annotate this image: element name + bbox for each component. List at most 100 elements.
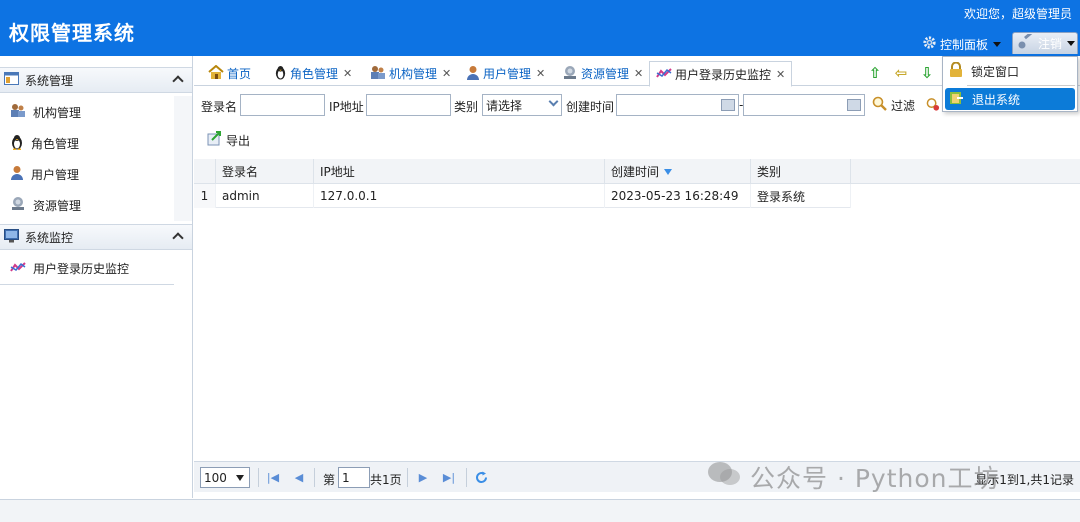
exit-door-icon xyxy=(949,90,964,108)
menu-item-label: 锁定窗口 xyxy=(971,64,1020,79)
lock-icon xyxy=(949,61,963,80)
close-icon[interactable]: ✕ xyxy=(442,67,451,80)
page-size-select[interactable]: 100 xyxy=(200,467,250,488)
network-icon xyxy=(562,65,578,83)
refresh-icon[interactable] xyxy=(470,467,492,487)
building-icon xyxy=(10,103,26,121)
page-number-input[interactable]: 1 xyxy=(338,467,370,488)
grid-header-login-name[interactable]: 登录名 xyxy=(216,159,314,184)
sidebar-item-label: 用户登录历史监控 xyxy=(33,261,130,276)
line-chart-icon xyxy=(10,261,26,276)
gear-icon xyxy=(922,35,937,53)
logout-label: 注销 xyxy=(1038,37,1063,51)
tab-label: 首页 xyxy=(227,67,252,81)
sidebar-item-label: 角色管理 xyxy=(31,136,80,151)
close-icon[interactable]: ✕ xyxy=(634,67,643,80)
sidebar-item-org-management[interactable]: 机构管理 xyxy=(10,102,81,122)
cell-ip: 127.0.0.1 xyxy=(314,184,605,208)
sidebar-group-system-monitor[interactable]: 系统监控 xyxy=(0,224,192,250)
export-button-label: 导出 xyxy=(226,133,251,148)
prev-page-icon[interactable]: ◀ xyxy=(288,467,310,487)
tab-role-management[interactable]: 角色管理 ✕ xyxy=(268,61,358,86)
logout-button[interactable]: 注销 xyxy=(1012,31,1078,54)
grid-header-rownum xyxy=(194,159,216,184)
ip-label: IP地址 xyxy=(329,100,364,114)
grid-header: 登录名 IP地址 创建时间 类别 xyxy=(194,159,1080,184)
last-page-icon[interactable]: ▶| xyxy=(438,467,460,487)
category-select[interactable]: 请选择 xyxy=(482,94,562,116)
tab-user-management[interactable]: 用户管理 ✕ xyxy=(460,61,551,86)
close-icon[interactable]: ✕ xyxy=(536,67,545,80)
tab-label: 角色管理 xyxy=(290,67,339,81)
monitor-icon xyxy=(4,228,19,246)
grid-header-created-time[interactable]: 创建时间 xyxy=(605,159,751,184)
chevron-down-icon xyxy=(993,41,1002,47)
tab-scroll-controls: ⇧ ⇦ ⇩ xyxy=(862,61,940,85)
grid-header-ip[interactable]: IP地址 xyxy=(314,159,605,184)
welcome-text: 欢迎您，超级管理员 xyxy=(963,7,1072,21)
first-page-icon[interactable]: |◀ xyxy=(262,467,284,487)
pager-divider xyxy=(407,468,408,487)
category-select-value: 请选择 xyxy=(486,98,523,113)
penguin-icon xyxy=(274,65,287,83)
created-time-end-input[interactable] xyxy=(743,94,865,116)
clear-filter-icon[interactable] xyxy=(926,97,940,115)
calendar-icon[interactable] xyxy=(721,99,735,111)
calendar-icon[interactable] xyxy=(847,99,861,111)
sidebar-item-role-management[interactable]: 角色管理 xyxy=(10,133,79,153)
sidebar-item-label: 机构管理 xyxy=(33,105,82,120)
cell-created-time: 2023-05-23 16:28:49 xyxy=(605,184,751,208)
tab-label: 用户管理 xyxy=(483,67,532,81)
menu-item-lock-window[interactable]: 锁定窗口 xyxy=(945,60,1075,82)
window-icon xyxy=(4,72,19,88)
line-chart-icon xyxy=(656,67,672,82)
tab-login-history[interactable]: 用户登录历史监控 ✕ xyxy=(649,61,793,87)
filter-bar: 登录名 IP地址 类别 请选择 创建时间 - 过滤 xyxy=(194,92,944,118)
pager-divider xyxy=(314,468,315,487)
ip-input[interactable] xyxy=(366,94,451,116)
pager-divider xyxy=(466,468,467,487)
control-panel-label: 控制面板 xyxy=(940,37,989,52)
next-page-icon[interactable]: ▶ xyxy=(412,467,434,487)
tab-resource-management[interactable]: 资源管理 ✕ xyxy=(556,61,649,86)
sidebar-group-label: 系统监控 xyxy=(25,230,74,245)
sidebar-item-user-management[interactable]: 用户管理 xyxy=(10,164,79,184)
sidebar-item-login-history[interactable]: 用户登录历史监控 xyxy=(10,258,129,278)
sidebar-group-system-management[interactable]: 系统管理 xyxy=(0,67,192,93)
chevron-up-icon[interactable] xyxy=(172,232,184,244)
app-header: 权限管理系统 欢迎您，超级管理员 控制面板 注销 xyxy=(0,0,1080,56)
grid-header-category[interactable]: 类别 xyxy=(751,159,851,184)
arrow-up-icon[interactable]: ⇧ xyxy=(862,62,888,84)
sidebar-group-label: 系统管理 xyxy=(25,73,74,88)
export-button[interactable]: 导出 xyxy=(207,130,250,150)
key-icon xyxy=(1017,31,1035,53)
menu-item-exit-system[interactable]: 退出系统 xyxy=(945,88,1075,110)
arrow-down-icon[interactable]: ⇩ xyxy=(914,62,940,84)
record-count-info: 显示1到1,共1记录 xyxy=(975,473,1074,487)
created-time-label: 创建时间 xyxy=(566,100,615,114)
pager-divider xyxy=(258,468,259,487)
tab-org-management[interactable]: 机构管理 ✕ xyxy=(364,61,457,86)
page-prefix: 第 xyxy=(323,473,336,487)
filter-button[interactable]: 过滤 xyxy=(872,95,915,115)
arrow-left-icon[interactable]: ⇦ xyxy=(888,62,914,84)
sort-desc-icon xyxy=(664,168,673,175)
created-time-start-input[interactable] xyxy=(616,94,739,116)
grid-header-label: 登录名 xyxy=(222,165,259,179)
close-icon[interactable]: ✕ xyxy=(776,68,785,81)
penguin-icon xyxy=(10,134,24,153)
app-title: 权限管理系统 xyxy=(9,21,135,45)
table-row[interactable]: 1 admin 127.0.0.1 2023-05-23 16:28:49 登录… xyxy=(194,184,851,208)
grid-header-label: 创建时间 xyxy=(611,165,660,179)
tab-home[interactable]: 首页 xyxy=(202,61,257,86)
filter-button-label: 过滤 xyxy=(891,98,916,113)
login-name-input[interactable] xyxy=(240,94,325,116)
sidebar-item-label: 用户管理 xyxy=(31,167,80,182)
page-number-value: 1 xyxy=(342,470,350,485)
chevron-down-icon xyxy=(236,475,244,481)
close-icon[interactable]: ✕ xyxy=(343,67,352,80)
sidebar: 系统管理 机构管理 角色管理 用户管理 资源管理 系统监控 用户登录历史监控 xyxy=(0,56,193,498)
sidebar-item-resource-management[interactable]: 资源管理 xyxy=(10,195,81,215)
chevron-up-icon[interactable] xyxy=(172,75,184,87)
control-panel-button[interactable]: 控制面板 xyxy=(922,34,1002,54)
